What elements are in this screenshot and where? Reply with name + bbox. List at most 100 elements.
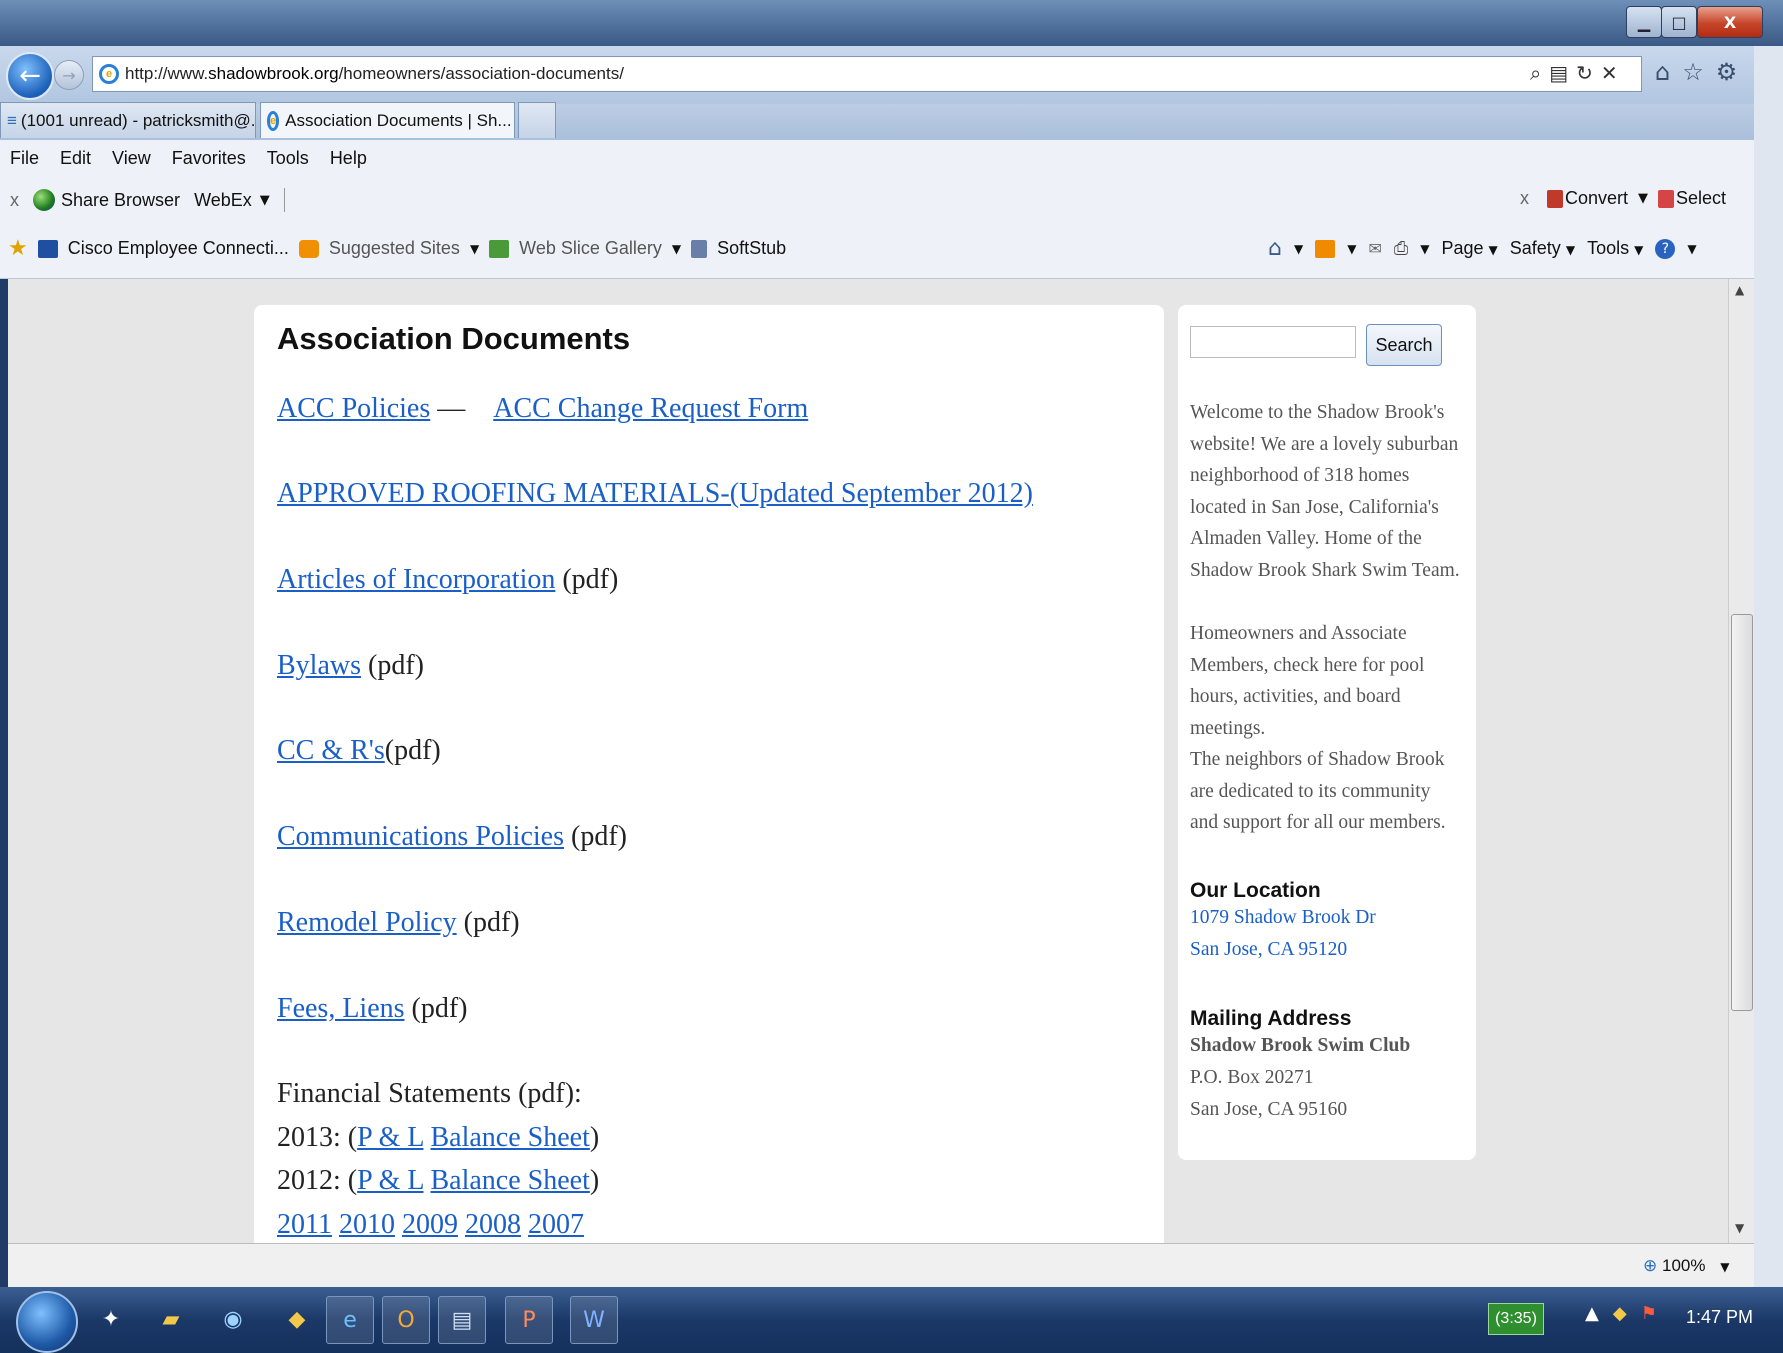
window-taskbar-icon[interactable]: ▤ (438, 1296, 486, 1344)
scroll-up-icon[interactable]: ▲ (1735, 283, 1744, 297)
convert-dropdown-icon[interactable]: ▼ (1638, 191, 1648, 206)
outlook-taskbar-icon[interactable]: O (382, 1296, 430, 1344)
home-page-icon[interactable]: ⌂ (1268, 236, 1282, 261)
menu-file[interactable]: File (10, 148, 39, 169)
home-dropdown-icon[interactable]: ▼ (1294, 242, 1303, 256)
balance-2012-link[interactable]: Balance Sheet (431, 1165, 590, 1196)
ccrs-link[interactable]: CC & R's (277, 735, 385, 766)
select-button[interactable]: Select (1676, 188, 1726, 209)
tools-menu[interactable]: Tools ▼ (1587, 238, 1643, 259)
search-icon[interactable]: ⌕ (1530, 61, 1541, 85)
mailing-box: P.O. Box 20271 (1190, 1067, 1314, 1088)
acc-change-request-link[interactable]: ACC Change Request Form (493, 393, 808, 424)
compatibility-view-icon[interactable]: ▤ (1549, 61, 1568, 85)
ie-tab-icon: e (267, 110, 280, 131)
pl-2013-link[interactable]: P & L (357, 1122, 423, 1153)
pdf-toolbar: x Convert ▼ Select (1520, 188, 1726, 209)
page-menu[interactable]: Page ▼ (1441, 238, 1497, 259)
taskbar-app-4-icon[interactable]: ◆ (282, 1296, 312, 1342)
year-2008-link[interactable]: 2008 (465, 1209, 521, 1240)
fav-web-slice[interactable]: Web Slice Gallery (519, 238, 662, 259)
help-dropdown-icon[interactable]: ▼ (1687, 242, 1696, 256)
year-2009-link[interactable]: 2009 (402, 1209, 458, 1240)
help-icon[interactable]: ? (1655, 238, 1676, 259)
tray-flag-icon[interactable]: ⚑ (1641, 1303, 1657, 1324)
minimize-button[interactable]: ▁ (1626, 6, 1662, 38)
print-dropdown-icon[interactable]: ▼ (1420, 242, 1429, 256)
remodel-link[interactable]: Remodel Policy (277, 907, 457, 938)
taskbar-app-1-icon[interactable]: ✦ (96, 1296, 126, 1342)
bylaws-link[interactable]: Bylaws (277, 650, 361, 681)
communications-link[interactable]: Communications Policies (277, 821, 564, 852)
chevron-down-icon[interactable]: ▼ (260, 193, 270, 208)
menu-tools[interactable]: Tools (267, 148, 309, 169)
forward-button[interactable]: → (54, 60, 84, 90)
share-browser-button[interactable]: Share Browser (61, 190, 180, 211)
search-button[interactable]: Search (1366, 324, 1442, 366)
balance-2013-link[interactable]: Balance Sheet (431, 1122, 590, 1153)
rss-feed-icon[interactable] (1315, 239, 1336, 258)
back-button[interactable]: ← (6, 52, 54, 100)
fav-softstub[interactable]: SoftStub (717, 238, 786, 259)
safety-menu[interactable]: Safety ▼ (1510, 238, 1575, 259)
favorites-star-add-icon[interactable]: ★ (8, 236, 28, 261)
articles-link[interactable]: Articles of Incorporation (277, 564, 555, 595)
tools-menu-label: Tools (1587, 238, 1630, 258)
vertical-scrollbar[interactable]: ▲ ▼ (1728, 279, 1755, 1243)
year-2007-link[interactable]: 2007 (528, 1209, 584, 1240)
start-button[interactable] (16, 1291, 78, 1353)
menu-view[interactable]: View (112, 148, 151, 169)
battery-indicator[interactable]: (3:35) (1488, 1303, 1544, 1335)
new-tab-button[interactable] (518, 102, 556, 138)
tray-app-icon[interactable]: ◆ (1613, 1303, 1627, 1324)
print-icon[interactable]: ⎙ (1394, 238, 1408, 259)
menu-edit[interactable]: Edit (60, 148, 91, 169)
scroll-thumb[interactable] (1731, 614, 1753, 1011)
financial-years-row: 2011 2010 2009 2008 2007 (277, 1209, 584, 1241)
pl-2012-link[interactable]: P & L (357, 1165, 423, 1196)
rss-dropdown-icon[interactable]: ▼ (1347, 242, 1356, 256)
maximize-button[interactable]: □ (1661, 6, 1697, 38)
word-taskbar-icon[interactable]: W (570, 1296, 618, 1344)
menu-help[interactable]: Help (330, 148, 367, 169)
taskbar: ✦ ▰ ◉ ◆ e O ▤ P W (3:35) ▲ ◆ ⚑ 1:47 PM (0, 1287, 1783, 1353)
taskbar-app-3-icon[interactable]: ◉ (218, 1296, 248, 1342)
year-2010-link[interactable]: 2010 (339, 1209, 395, 1240)
back-arrow-icon: ← (19, 61, 41, 91)
close-window-button[interactable]: X (1697, 6, 1763, 38)
close-toolbar-button[interactable]: x (10, 190, 19, 211)
favorites-star-icon[interactable]: ☆ (1682, 58, 1704, 86)
acc-policies-link[interactable]: ACC Policies (277, 393, 430, 424)
read-mail-icon[interactable]: ✉ (1368, 239, 1381, 258)
refresh-icon[interactable]: ↻ (1576, 61, 1593, 85)
powerpoint-taskbar-icon[interactable]: P (505, 1296, 553, 1344)
menu-favorites[interactable]: Favorites (172, 148, 246, 169)
close-icon: X (1723, 12, 1737, 32)
location-address-line2[interactable]: San Jose, CA 95120 (1190, 934, 1347, 966)
address-bar[interactable]: e http://www.shadowbrook.org/homeowners/… (92, 56, 1642, 92)
fav-cisco[interactable]: Cisco Employee Connecti... (68, 238, 289, 259)
explorer-folder-icon[interactable]: ▰ (156, 1296, 186, 1342)
fees-liens-link[interactable]: Fees, Liens (277, 993, 405, 1024)
close-pdf-toolbar-button[interactable]: x (1520, 188, 1529, 209)
roofing-materials-link[interactable]: APPROVED ROOFING MATERIALS-(Updated Sept… (277, 478, 1033, 509)
show-hidden-icons-icon[interactable]: ▲ (1585, 1303, 1599, 1324)
webex-button[interactable]: WebEx (194, 190, 252, 211)
clock[interactable]: 1:47 PM (1686, 1307, 1753, 1328)
tab-association-documents[interactable]: e Association Documents | Sh... ✕ (260, 102, 515, 138)
convert-button[interactable]: Convert (1565, 188, 1628, 209)
home-icon[interactable]: ⌂ (1655, 58, 1670, 86)
stop-icon[interactable]: ✕ (1601, 61, 1618, 85)
ie-taskbar-icon[interactable]: e (326, 1296, 374, 1344)
year-2011-link[interactable]: 2011 (277, 1209, 332, 1240)
zoom-control[interactable]: ⊕ 100% ▼ (1643, 1256, 1729, 1276)
search-input[interactable] (1190, 326, 1356, 358)
tab-email[interactable]: ≡ (1001 unread) - patricksmith@... (0, 102, 256, 138)
scroll-down-icon[interactable]: ▼ (1735, 1221, 1744, 1235)
webslice-dropdown-icon[interactable]: ▼ (672, 242, 681, 256)
fav-suggested-sites[interactable]: Suggested Sites (329, 238, 460, 259)
suggested-dropdown-icon[interactable]: ▼ (470, 242, 479, 256)
location-address-line1[interactable]: 1079 Shadow Brook Dr (1190, 902, 1376, 934)
bylaws-row: Bylaws (pdf) (277, 650, 424, 682)
settings-gear-icon[interactable]: ⚙ (1716, 58, 1738, 86)
